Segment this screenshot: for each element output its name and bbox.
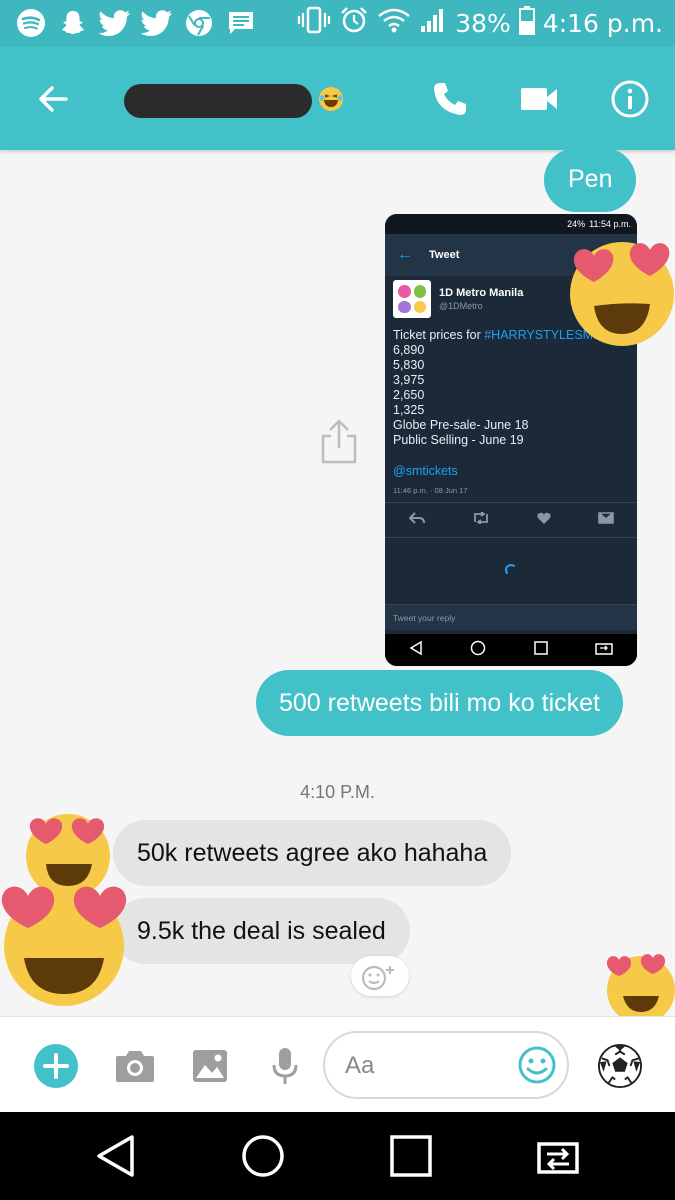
retweet-icon — [472, 511, 490, 529]
snapchat-icon — [56, 6, 90, 40]
home-circle-icon — [242, 1135, 284, 1177]
add-reaction-button[interactable] — [351, 956, 409, 996]
spotify-icon — [14, 6, 48, 40]
message-composer — [0, 1016, 675, 1112]
like-icon — [536, 511, 551, 529]
smiley-plus-icon — [361, 965, 394, 991]
direct-message-icon — [597, 511, 614, 529]
nav-recents-button[interactable] — [383, 1130, 439, 1182]
battery-percent: 38% — [455, 8, 511, 38]
reply-icon — [408, 511, 425, 529]
recents-square-icon — [534, 640, 548, 660]
screenshot-profile: 1D Metro Manila @1DMetro — [393, 280, 523, 318]
screenshot-time: 11:54 p.m. — [589, 219, 631, 229]
tweet-text-prefix: Ticket prices for — [393, 328, 485, 342]
camera-button[interactable] — [112, 1043, 158, 1089]
conversation-header — [0, 46, 675, 150]
camera-icon — [116, 1051, 154, 1082]
message-icon — [224, 6, 258, 40]
video-call-button[interactable] — [512, 72, 566, 126]
tweet-mention: @smtickets — [393, 464, 458, 478]
screenshot-header-title: Tweet — [429, 249, 460, 261]
twitter-icon — [98, 6, 132, 40]
home-circle-icon — [470, 640, 486, 661]
message-outgoing[interactable]: Pen — [544, 148, 637, 212]
alarm-icon — [339, 5, 369, 42]
vibrate-icon — [297, 5, 331, 42]
chrome-icon — [182, 6, 216, 40]
system-status: 38% 4:16 p.m. — [297, 0, 663, 46]
heart-eyes-emoji-sticker — [566, 234, 675, 351]
message-input-container[interactable] — [323, 1031, 569, 1099]
share-icon[interactable] — [318, 418, 360, 464]
message-timestamp: 4:10 P.M. — [300, 782, 375, 802]
switch-app-icon — [595, 641, 613, 660]
back-triangle-icon — [409, 640, 423, 660]
clock: 4:16 p.m. — [542, 8, 663, 38]
message-input[interactable] — [345, 1049, 515, 1083]
laughing-emoji — [318, 86, 344, 112]
soccer-ball-icon — [597, 1043, 643, 1089]
contact-name-redacted[interactable] — [124, 84, 312, 118]
twitter-icon — [140, 6, 174, 40]
account-name: 1D Metro Manila — [439, 287, 524, 299]
voice-message-button[interactable] — [262, 1043, 308, 1089]
arrow-left-icon — [39, 86, 68, 112]
emoji-button[interactable] — [517, 1045, 557, 1090]
arrow-left-icon: ← — [397, 246, 413, 263]
tweet-lines: 6,890 5,830 3,975 2,650 1,325 Globe Pre-… — [393, 343, 529, 447]
recents-square-icon — [390, 1135, 432, 1177]
screenshot-battery: 24% — [567, 219, 586, 229]
notification-icons — [0, 6, 258, 40]
message-outgoing[interactable]: 500 retweets bili mo ko ticket — [256, 670, 623, 736]
tweet-date: 11:46 p.m. · 08 Jun 17 — [393, 486, 468, 495]
back-triangle-icon — [97, 1135, 134, 1177]
account-avatar — [393, 280, 431, 318]
back-button[interactable] — [26, 72, 80, 126]
heart-eyes-emoji-sticker — [0, 866, 132, 1013]
switch-app-icon — [537, 1142, 579, 1174]
phone-icon — [434, 83, 466, 115]
video-camera-icon — [521, 88, 557, 110]
info-icon — [611, 80, 649, 118]
nav-switch-app-button[interactable] — [530, 1130, 586, 1182]
tweet-reply-field: Tweet your reply — [385, 604, 637, 630]
system-navigation-bar — [0, 1112, 675, 1200]
nav-home-button[interactable] — [235, 1130, 291, 1182]
add-button[interactable] — [33, 1043, 79, 1089]
wifi-icon — [377, 6, 411, 41]
add-icon — [34, 1044, 78, 1088]
screenshot-status-bar: 24% 11:54 p.m. — [385, 214, 637, 234]
message-incoming[interactable]: 50k retweets agree ako hahaha — [113, 820, 512, 886]
battery-icon — [518, 5, 535, 42]
status-bar: 38% 4:16 p.m. — [0, 0, 675, 46]
signal-icon — [419, 6, 447, 41]
gallery-button[interactable] — [187, 1043, 233, 1089]
microphone-icon — [272, 1048, 298, 1084]
loading-spinner-icon — [505, 564, 517, 576]
gallery-icon — [193, 1050, 227, 1082]
voice-call-button[interactable] — [423, 72, 477, 126]
account-handle: @1DMetro — [439, 301, 483, 311]
smiley-icon — [518, 1046, 556, 1084]
tweet-actions — [385, 502, 637, 538]
screenshot-nav-bar — [385, 634, 637, 666]
info-button[interactable] — [603, 72, 657, 126]
soccer-ball-button[interactable] — [597, 1043, 643, 1089]
nav-back-button[interactable] — [88, 1130, 144, 1182]
message-incoming[interactable]: 9.5k the deal is sealed — [113, 898, 410, 964]
